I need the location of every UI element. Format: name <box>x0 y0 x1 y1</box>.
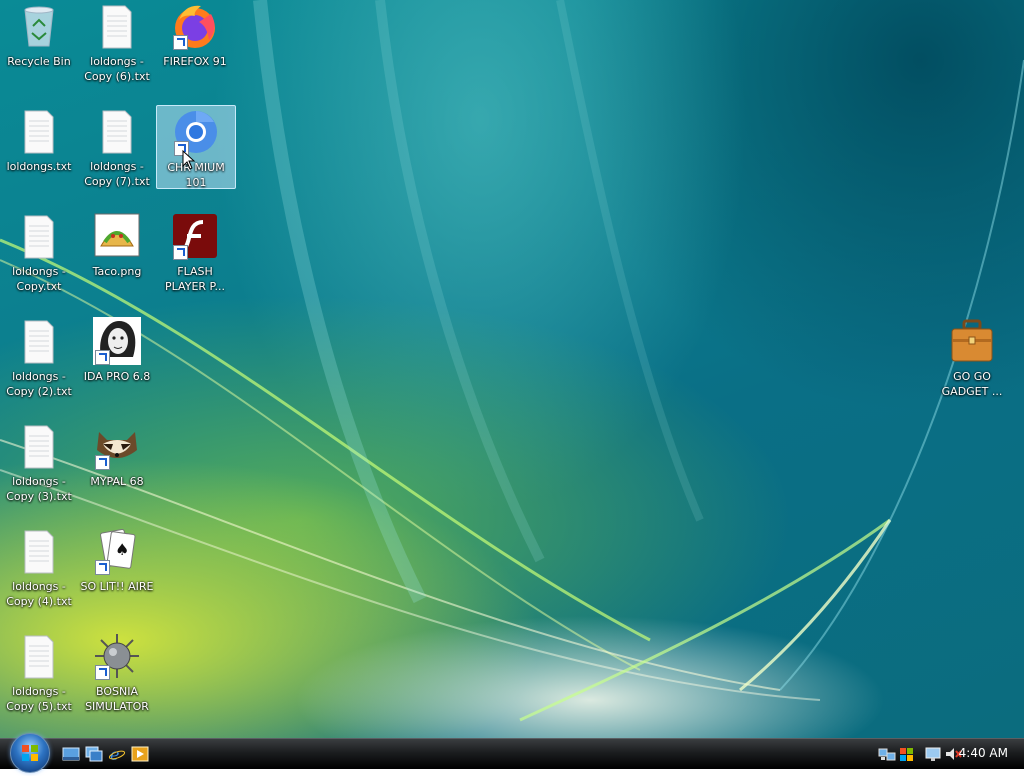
desktop-icon-mypal[interactable]: MYPAL 68 <box>78 422 156 489</box>
shortcut-arrow-icon <box>95 665 110 680</box>
desktop-icon-loldongs-copy-2-txt[interactable]: loldongs - Copy (2).txt <box>0 317 78 399</box>
shortcut-arrow-icon <box>95 560 110 575</box>
monitor-icon[interactable] <box>924 745 942 763</box>
text-file-icon <box>15 422 63 470</box>
clock[interactable]: 4:40 AM <box>959 746 1008 760</box>
taco-image-icon <box>93 212 141 260</box>
firefox-icon <box>171 2 219 50</box>
desktop-icon-taco-png[interactable]: Taco.png <box>78 212 156 279</box>
shortcut-arrow-icon <box>173 35 188 50</box>
desktop-icon-label: loldongs - Copy (3).txt <box>6 475 72 503</box>
internet-explorer-icon[interactable]: e <box>108 745 126 764</box>
desktop-icon-label: loldongs.txt <box>6 160 72 173</box>
desktop-icon-label: FIREFOX 91 <box>163 55 227 68</box>
mypal-raccoon-icon <box>93 422 141 470</box>
briefcase-icon <box>948 317 996 365</box>
desktop-icon-flash-player[interactable]: FLASH PLAYER P... <box>156 212 234 294</box>
desktop-icon-label: MYPAL 68 <box>90 475 144 488</box>
text-file-icon <box>15 317 63 365</box>
mouse-cursor-icon <box>182 150 196 170</box>
switch-windows-icon[interactable] <box>85 745 103 763</box>
desktop-icon-label: IDA PRO 6.8 <box>83 370 151 383</box>
desktop-icon-label: BOSNIA SIMULATOR <box>85 685 149 713</box>
desktop-icon-solitaire[interactable]: ♠ SO LIT!! AIRE <box>78 527 156 594</box>
text-file-icon <box>15 212 63 260</box>
desktop-icon-label: loldongs - Copy (6).txt <box>84 55 150 83</box>
text-file-icon <box>93 107 141 155</box>
text-file-icon <box>15 632 63 680</box>
desktop-icon-label: GO GO GADGET ... <box>941 370 1003 398</box>
svg-text:♠: ♠ <box>115 540 129 559</box>
media-player-icon[interactable] <box>131 745 149 763</box>
desktop-icon-loldongs-copy-7-txt[interactable]: loldongs - Copy (7).txt <box>78 107 156 189</box>
desktop-icon-label: SO LIT!! AIRE <box>80 580 154 593</box>
desktop-icon-label: loldongs - Copy.txt <box>12 265 66 293</box>
recycle-bin-icon <box>15 2 63 50</box>
start-button[interactable] <box>10 733 50 773</box>
desktop-icon-label: loldongs - Copy (2).txt <box>6 370 72 398</box>
shortcut-arrow-icon <box>173 245 188 260</box>
text-file-icon <box>15 107 63 155</box>
desktop-icon-label: loldongs - Copy (7).txt <box>84 160 150 188</box>
windows-flag-icon[interactable] <box>898 745 916 763</box>
desktop-icon-label: FLASH PLAYER P... <box>165 265 225 293</box>
taskbar: e 4:40 AM <box>0 733 1024 773</box>
desktop-icon-label: loldongs - Copy (5).txt <box>6 685 72 713</box>
chromium-icon <box>172 108 220 156</box>
desktop-icon-chromium[interactable]: CHR MIUM 101 <box>156 105 236 189</box>
desktop-icon-loldongs-copy-6-txt[interactable]: loldongs - Copy (6).txt <box>78 2 156 84</box>
flash-player-icon <box>171 212 219 260</box>
solitaire-cards-icon: ♠ <box>93 527 141 575</box>
spiked-mine-icon <box>93 632 141 680</box>
desktop-icon-loldongs-copy-3-txt[interactable]: loldongs - Copy (3).txt <box>0 422 78 504</box>
ida-pro-icon <box>93 317 141 365</box>
text-file-icon <box>15 527 63 575</box>
system-tray: 4:40 AM <box>864 739 1024 769</box>
show-desktop-icon[interactable] <box>62 745 80 763</box>
desktop-icon-label: Taco.png <box>92 265 142 278</box>
desktop-icon-loldongs-copy-5-txt[interactable]: loldongs - Copy (5).txt <box>0 632 78 714</box>
desktop-icon-ida-pro[interactable]: IDA PRO 6.8 <box>78 317 156 384</box>
desktop-icon-loldongs-txt[interactable]: loldongs.txt <box>0 107 78 174</box>
shortcut-arrow-icon <box>95 350 110 365</box>
desktop-icon-label: loldongs - Copy (4).txt <box>6 580 72 608</box>
desktop-icon-label: Recycle Bin <box>7 55 71 68</box>
network-icon[interactable] <box>878 745 896 763</box>
windows-logo-icon <box>22 745 38 761</box>
desktop-icon-recycle-bin[interactable]: Recycle Bin <box>0 2 78 69</box>
desktop-icon-go-go-gadget[interactable]: GO GO GADGET ... <box>933 317 1011 399</box>
desktop-icon-firefox[interactable]: FIREFOX 91 <box>156 2 234 69</box>
desktop[interactable]: Recycle Bin loldongs.txt loldongs - Copy… <box>0 0 1024 738</box>
text-file-icon <box>93 2 141 50</box>
desktop-icon-label: CHR MIUM 101 <box>167 161 225 189</box>
shortcut-arrow-icon <box>95 455 110 470</box>
desktop-icon-bosnia-simulator[interactable]: BOSNIA SIMULATOR <box>78 632 156 714</box>
desktop-icon-loldongs-copy-4-txt[interactable]: loldongs - Copy (4).txt <box>0 527 78 609</box>
desktop-icon-loldongs-copy-txt[interactable]: loldongs - Copy.txt <box>0 212 78 294</box>
